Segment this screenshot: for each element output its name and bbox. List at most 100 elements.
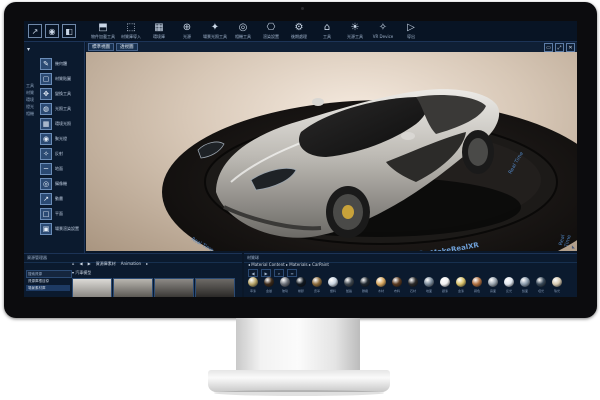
material-label: 啞光	[537, 289, 544, 293]
toolbar-button[interactable]: ✦ 場景光照工具	[202, 22, 228, 39]
toolbar-button[interactable]: ⌂ 工具	[314, 22, 340, 39]
tab-perspective[interactable]: 透視圖	[116, 43, 138, 51]
breadcrumb-item[interactable]: ▶	[88, 261, 91, 267]
panel-side-label[interactable]: 相機	[26, 110, 38, 117]
asset-thumbnail[interactable]	[72, 278, 112, 297]
toolbar-quick-icons: ↗ ◉ ◧	[24, 21, 90, 41]
tool-item[interactable]: ◎ 攝像機	[40, 178, 84, 190]
material-label: 鍍鉻	[345, 289, 352, 293]
toolbar-button[interactable]: ⚙ 後期處理	[286, 22, 312, 39]
camera-icon: ◎	[238, 22, 248, 33]
asset-breadcrumb: ⌂ ◀ ▶ 資源庫素材 Animation ▸	[72, 261, 148, 267]
tool-item[interactable]: □ 平面	[40, 208, 84, 220]
material-label: 金漆	[457, 289, 464, 293]
grid-icon: ▦	[40, 118, 52, 130]
panel-side-label[interactable]: 工具	[26, 82, 38, 89]
asset-search-input[interactable]: 搜索資源	[26, 270, 72, 278]
material-tool-button[interactable]: ⌕	[274, 269, 284, 277]
toolbar-button[interactable]: ☀ 光源工具	[342, 22, 368, 39]
tool-item[interactable]: ▣ 場景渲染設置	[40, 223, 84, 235]
material-tool-button[interactable]: ◀	[248, 269, 258, 277]
move-icon: ✥	[40, 88, 52, 100]
material-ball[interactable]	[552, 277, 562, 287]
breadcrumb-item[interactable]: ▸	[146, 261, 148, 267]
breadcrumb-item[interactable]: ◀	[80, 261, 83, 267]
cube-icon: ⬚	[126, 22, 136, 33]
tool-item[interactable]: ▦ 環境光照	[40, 118, 84, 130]
toolbar-button[interactable]: ▷ 導出	[398, 22, 424, 39]
tool-item[interactable]: ✥ 變換工具	[40, 88, 84, 100]
toolbar-button[interactable]: ◎ 相機工具	[230, 22, 256, 39]
collapse-caret-icon[interactable]: ▾	[27, 46, 30, 53]
resize-corner-icon[interactable]: ◣	[572, 244, 575, 249]
material-ball[interactable]	[376, 277, 386, 287]
material-label: 布料	[393, 289, 400, 293]
tool-item[interactable]: ✎ 幾何體	[40, 58, 84, 70]
monitor-stand-base	[208, 370, 390, 392]
material-ball[interactable]	[440, 277, 450, 287]
toolbar-button[interactable]: ⊕ 光源	[174, 22, 200, 39]
light-icon: ✦	[210, 22, 220, 33]
asset-folder-header[interactable]: ▾ 汽車模型	[72, 270, 91, 276]
maximize-icon[interactable]: ⤢	[555, 43, 564, 52]
material-tool-button[interactable]: ▶	[261, 269, 271, 277]
breadcrumb-item[interactable]: Animation	[121, 261, 141, 267]
material-ball[interactable]	[296, 277, 306, 287]
eye-icon[interactable]: ◉	[45, 24, 59, 38]
breadcrumb-item[interactable]: ⌂	[72, 261, 75, 267]
restore-icon[interactable]: ▭	[544, 43, 553, 52]
viewport-tabs: 標準視圖 透視圖 ▭ ⤢ ✕	[86, 42, 577, 52]
tool-item[interactable]: ▢ 材質貼圖	[40, 73, 84, 85]
asset-thumbnail[interactable]	[154, 278, 194, 297]
material-ball[interactable]	[472, 277, 482, 287]
asset-thumbnail[interactable]	[113, 278, 153, 297]
material-ball[interactable]	[344, 277, 354, 287]
close-icon[interactable]: ✕	[566, 43, 575, 52]
material-ball[interactable]	[392, 277, 402, 287]
panel-side-label[interactable]: 環境	[26, 96, 38, 103]
material-label: 橡膠	[297, 289, 304, 293]
arrow-icon[interactable]: ↗	[28, 24, 42, 38]
tree-item-root[interactable]: 資源庫根目錄	[26, 278, 70, 284]
material-ball[interactable]	[264, 277, 274, 287]
main-toolbar: ↗ ◉ ◧ ⬒ 物件加載工具 ⬚ 材質庫導入 ▦ 環境庫 ⊕ 光源 ✦ 場景光照工具 ◎ …	[24, 21, 577, 42]
tool-item[interactable]: ✧ 反射	[40, 148, 84, 160]
blank-icon: □	[40, 208, 52, 220]
material-label: 塑料	[329, 289, 336, 293]
toolbar-button[interactable]: ⬚ 材質庫導入	[118, 22, 144, 39]
toolbar-button[interactable]: ⎔ 渲染設置	[258, 22, 284, 39]
material-ball[interactable]	[328, 277, 338, 287]
material-ball[interactable]	[488, 277, 498, 287]
tool-item[interactable]: ◉ 聚光燈	[40, 133, 84, 145]
material-ball[interactable]	[424, 277, 434, 287]
material-tool-button[interactable]: ≡	[287, 269, 297, 277]
material-ball[interactable]	[536, 277, 546, 287]
material-label: 石材	[409, 289, 416, 293]
material-ball[interactable]	[360, 277, 370, 287]
material-ball[interactable]	[504, 277, 514, 287]
asset-thumbnail[interactable]	[195, 278, 235, 297]
material-panel: 材質球 ◂ Material Content ▸ Materials ▸ Car…	[244, 253, 577, 297]
tool-item[interactable]: ◍ 光照工具	[40, 103, 84, 115]
material-ball[interactable]	[312, 277, 322, 287]
panel-side-label[interactable]: 材質	[26, 89, 38, 96]
render-viewport[interactable]: ◉ MakeRealXR Real Time Real Time Real Ti…	[86, 42, 577, 251]
tool-item[interactable]: ↗ 動畫	[40, 193, 84, 205]
toolbar-button[interactable]: ✧ VR Device	[370, 22, 396, 39]
tree-item-scene[interactable]: 場景素材庫	[26, 285, 70, 291]
viewport-window-controls: ▭ ⤢ ✕	[544, 43, 575, 52]
material-ball[interactable]	[248, 277, 258, 287]
tool-item[interactable]: ─ 地面	[40, 163, 84, 175]
toolbar-button[interactable]: ⬒ 物件加載工具	[90, 22, 116, 39]
toolbar-button[interactable]: ▦ 環境庫	[146, 22, 172, 39]
panel-side-label[interactable]: 燈光	[26, 103, 38, 110]
material-ball[interactable]	[520, 277, 530, 287]
material-label: 銅色	[473, 289, 480, 293]
material-ball[interactable]	[408, 277, 418, 287]
breadcrumb-item[interactable]: 資源庫素材	[96, 261, 116, 267]
tab-standard-view[interactable]: 標準視圖	[88, 43, 114, 51]
material-ball[interactable]	[280, 277, 290, 287]
material-ball[interactable]	[456, 277, 466, 287]
tool-label: 幾何體	[55, 61, 67, 66]
cube-icon[interactable]: ◧	[62, 24, 76, 38]
